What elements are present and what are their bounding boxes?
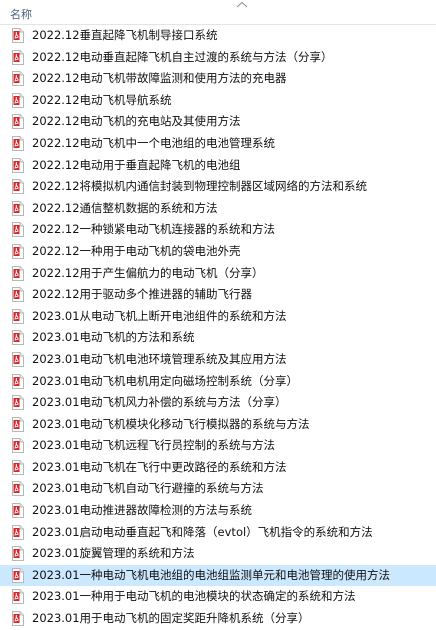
file-name: 2022.12电动飞机的充电站及其使用方法 (32, 114, 241, 129)
file-row[interactable]: 2022.12一种用于电动飞机的袋电池外壳 (0, 241, 436, 263)
pdf-file-icon (12, 28, 24, 43)
file-row[interactable]: 2022.12用于产生偏航力的电动飞机（分享） (0, 263, 436, 285)
file-row[interactable]: 2023.01电动飞机的方法和系统 (0, 327, 436, 349)
pdf-file-icon (12, 287, 24, 303)
pdf-file-icon (12, 243, 24, 259)
pdf-file-icon (12, 265, 24, 281)
pdf-file-icon (12, 179, 24, 195)
pdf-file-icon (12, 589, 24, 605)
file-name: 2022.12将模拟机内通信封装到物理控制器区域网络的方法和系统 (32, 179, 368, 194)
pdf-file-icon (12, 416, 24, 432)
file-row[interactable]: 2022.12电动用于垂直起降飞机的电池组 (0, 155, 436, 177)
name-column-header[interactable]: 名称 (10, 8, 32, 21)
file-name: 2022.12电动飞机导航系统 (32, 92, 172, 107)
file-name: 2022.12垂直起降飞机制导接口系统 (32, 28, 218, 42)
pdf-file-icon (12, 611, 24, 627)
file-row[interactable]: 2022.12电动飞机的充电站及其使用方法 (0, 111, 436, 133)
file-list: 2022.12垂直起降飞机制导接口系统 2022.12电动垂直起降飞机自主过渡的系… (0, 25, 436, 630)
file-name: 2023.01用于电动飞机的固定奖距升降机系统（分享） (32, 611, 310, 626)
file-name: 2023.01一种用于电动飞机的电池模块的状态确定的系统和方法 (32, 589, 356, 604)
file-row[interactable]: 2023.01电动飞机在飞行中更改路径的系统和方法 (0, 457, 436, 479)
sort-ascending-icon (236, 1, 248, 8)
file-name: 2023.01一种电动飞机电池组的电池组监测单元和电池管理的使用方法 (32, 567, 391, 582)
file-name: 2023.01电动飞机模块化移动飞行模拟器的系统与方法 (32, 416, 310, 431)
file-name: 2022.12一种用于电动飞机的袋电池外壳 (32, 243, 241, 258)
file-row[interactable]: 2022.12通信整机数据的系统和方法 (0, 198, 436, 220)
file-row[interactable]: 2023.01一种用于电动飞机的电池模块的状态确定的系统和方法 (0, 586, 436, 608)
file-name: 2023.01电动飞机远程飞行员控制的系统与方法 (32, 438, 276, 453)
file-row[interactable]: 2023.01一种电动飞机电池组的电池组监测单元和电池管理的使用方法 (0, 564, 436, 587)
file-row[interactable]: 2022.12电动垂直起降飞机自主过渡的系统与方法（分享） (0, 47, 436, 69)
pdf-file-icon (12, 49, 24, 65)
file-row[interactable]: 2023.01电动飞机自动飞行避撞的系统与方法 (0, 478, 436, 500)
pdf-file-icon (12, 92, 24, 108)
pdf-file-icon (12, 459, 24, 475)
file-name: 2023.01电动飞机的方法和系统 (32, 330, 195, 345)
file-row[interactable]: 2022.12垂直起降飞机制导接口系统 (0, 25, 436, 47)
file-name: 2022.12电动飞机中一个电池组的电池管理系统 (32, 135, 276, 150)
file-name: 2023.01电动飞机在飞行中更改路径的系统和方法 (32, 459, 287, 474)
file-row[interactable]: 2023.01启动电动垂直起飞和降落（evtol）飞机指令的系统和方法 (0, 522, 436, 544)
file-row[interactable]: 2022.12电动飞机带故障监测和使用方法的充电器 (0, 68, 436, 90)
file-name: 2022.12电动垂直起降飞机自主过渡的系统与方法（分享） (32, 49, 333, 64)
pdf-file-icon (12, 546, 24, 562)
pdf-file-icon (12, 481, 24, 497)
file-name: 2022.12用于驱动多个推进器的辅助飞行器 (32, 287, 253, 302)
file-row[interactable]: 2022.12用于驱动多个推进器的辅助飞行器 (0, 284, 436, 306)
pdf-file-icon (12, 200, 24, 216)
file-row[interactable]: 2022.12一种锁紧电动飞机连接器的系统和方法 (0, 219, 436, 241)
file-row[interactable]: 2022.12电动飞机导航系统 (0, 90, 436, 112)
file-name: 2023.01电动飞机风力补偿的系统与方法（分享） (32, 395, 287, 410)
file-row[interactable]: 2022.12电动飞机中一个电池组的电池管理系统 (0, 133, 436, 155)
file-row[interactable]: 2023.01用于电动飞机的固定奖距升降机系统（分享） (0, 608, 436, 630)
pdf-file-icon (12, 373, 24, 389)
file-name: 2023.01旋翼管理的系统和方法 (32, 546, 195, 561)
file-row[interactable]: 2022.12将模拟机内通信封装到物理控制器区域网络的方法和系统 (0, 176, 436, 198)
file-row[interactable]: 2023.01电动飞机远程飞行员控制的系统与方法 (0, 435, 436, 457)
pdf-file-icon (12, 330, 24, 346)
pdf-file-icon (12, 438, 24, 454)
file-name: 2022.12电动用于垂直起降飞机的电池组 (32, 157, 241, 172)
file-row[interactable]: 2023.01电动飞机电机用定向磁场控制系统（分享） (0, 371, 436, 393)
pdf-file-icon (12, 503, 24, 519)
file-name: 2022.12通信整机数据的系统和方法 (32, 200, 218, 215)
pdf-file-icon (12, 135, 24, 151)
file-row[interactable]: 2023.01旋翼管理的系统和方法 (0, 543, 436, 565)
file-row[interactable]: 2023.01电动推进器故障检测的方法与系统 (0, 500, 436, 522)
file-name: 2022.12电动飞机带故障监测和使用方法的充电器 (32, 71, 287, 86)
file-name: 2023.01电动推进器故障检测的方法与系统 (32, 503, 253, 518)
file-name: 2022.12一种锁紧电动飞机连接器的系统和方法 (32, 222, 276, 237)
file-row[interactable]: 2023.01电动飞机电池环境管理系统及其应用方法 (0, 349, 436, 371)
file-name: 2023.01从电动飞机上断开电池组件的系统和方法 (32, 308, 287, 323)
pdf-file-icon (12, 308, 24, 324)
file-name: 2023.01电动飞机电池环境管理系统及其应用方法 (32, 351, 287, 366)
pdf-file-icon (12, 222, 24, 238)
pdf-file-icon (12, 524, 24, 540)
file-name: 2023.01启动电动垂直起飞和降落（evtol）飞机指令的系统和方法 (32, 524, 373, 539)
pdf-file-icon (12, 157, 24, 173)
pdf-file-icon (12, 395, 24, 411)
column-header: 名称 (0, 0, 436, 25)
file-row[interactable]: 2023.01电动飞机模块化移动飞行模拟器的系统与方法 (0, 414, 436, 436)
pdf-file-icon (12, 114, 24, 130)
file-name: 2023.01电动飞机电机用定向磁场控制系统（分享） (32, 373, 299, 388)
file-row[interactable]: 2023.01从电动飞机上断开电池组件的系统和方法 (0, 306, 436, 328)
pdf-file-icon (12, 71, 24, 87)
file-name: 2022.12用于产生偏航力的电动飞机（分享） (32, 265, 264, 280)
file-row[interactable]: 2023.01电动飞机风力补偿的系统与方法（分享） (0, 392, 436, 414)
file-name: 2023.01电动飞机自动飞行避撞的系统与方法 (32, 481, 264, 496)
pdf-file-icon (12, 567, 24, 583)
pdf-file-icon (12, 351, 24, 367)
